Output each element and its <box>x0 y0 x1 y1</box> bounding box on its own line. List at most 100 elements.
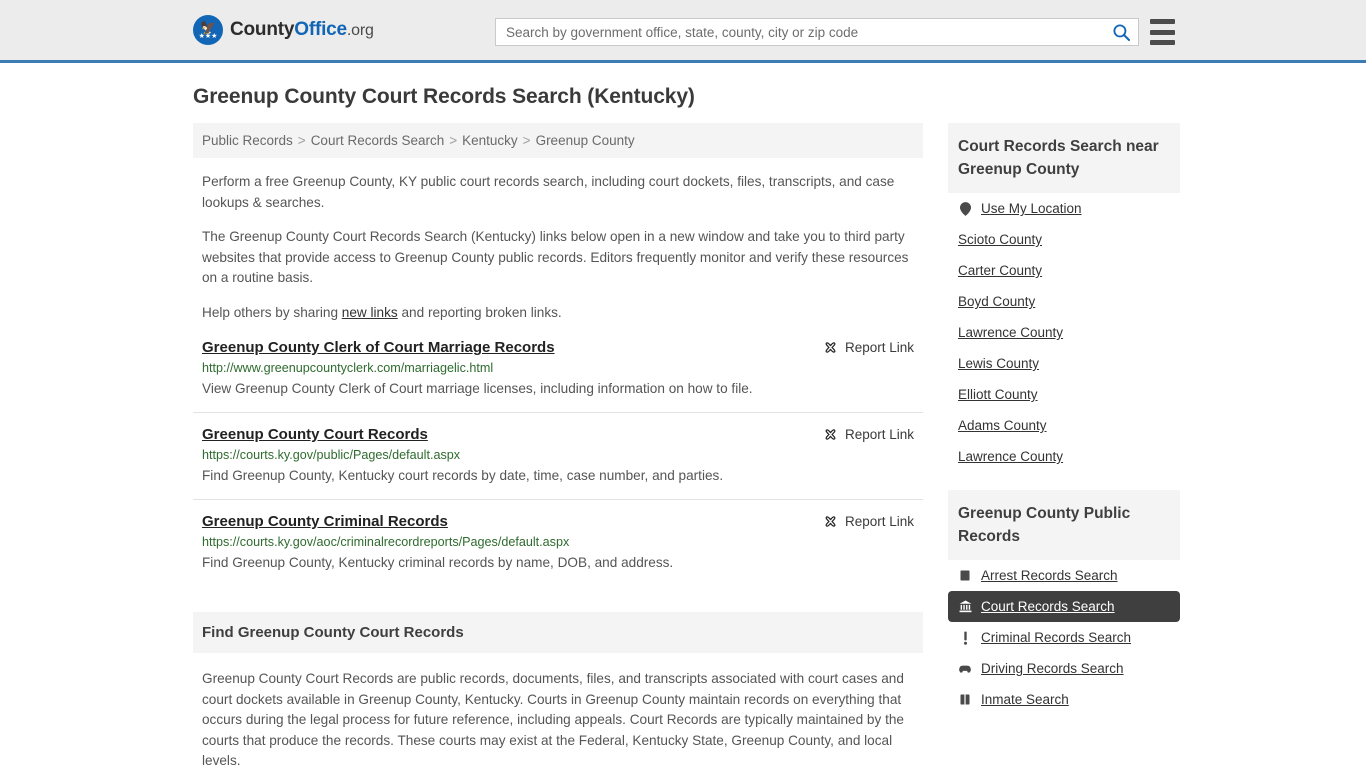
sidebar: Court Records Search near Greenup County… <box>948 85 1180 768</box>
car-icon <box>958 662 972 676</box>
sidebar-item-court-records-search[interactable]: Court Records Search <box>948 591 1180 622</box>
sidebar-item-label[interactable]: Use My Location <box>981 201 1082 216</box>
courthouse-icon <box>958 600 972 614</box>
sidebar-item-arrest-records-search[interactable]: Arrest Records Search <box>948 560 1180 591</box>
breadcrumb-item-court-records-search[interactable]: Court Records Search <box>311 133 445 148</box>
record-link-title[interactable]: Greenup County Criminal Records <box>202 513 448 530</box>
broken-link-icon <box>825 342 836 353</box>
list-item: Greenup County Criminal Records Report L… <box>193 513 923 586</box>
sidebar-item-label[interactable]: Court Records Search <box>981 599 1115 614</box>
find-section-heading: Find Greenup County Court Records <box>193 612 923 653</box>
breadcrumb-item-greenup-county[interactable]: Greenup County <box>536 133 635 148</box>
share-text-after: and reporting broken links. <box>397 304 562 320</box>
sidebar-item-label[interactable]: Scioto County <box>958 232 1042 247</box>
sidebar-item-label[interactable]: Lawrence County <box>958 325 1063 340</box>
book-icon <box>958 569 972 583</box>
search-input[interactable] <box>496 19 1104 45</box>
list-item: Greenup County Court Records Report Link… <box>193 426 923 500</box>
hamburger-menu-icon[interactable] <box>1150 19 1175 45</box>
sidebar-item-inmate-search[interactable]: Inmate Search <box>948 684 1180 715</box>
logo-text-office: Office <box>294 19 347 40</box>
sidebar-item-boyd-county[interactable]: Boyd County <box>948 286 1180 317</box>
sidebar-item-lewis-county[interactable]: Lewis County <box>948 348 1180 379</box>
logo-text-org: .org <box>346 22 374 39</box>
breadcrumb-item-kentucky[interactable]: Kentucky <box>462 133 518 148</box>
record-link-url: https://courts.ky.gov/aoc/criminalrecord… <box>202 535 570 549</box>
search-button[interactable] <box>1104 19 1138 45</box>
main-content: Greenup County Court Records Search (Ken… <box>193 85 923 768</box>
sidebar-item-label[interactable]: Driving Records Search <box>981 661 1124 676</box>
eagle-icon: 🦅 ★★★ <box>193 15 223 45</box>
sidebar-item-adams-county[interactable]: Adams County <box>948 410 1180 441</box>
search-bar[interactable] <box>495 18 1139 46</box>
record-link-description: Find Greenup County, Kentucky court reco… <box>202 468 724 483</box>
record-link-description: Find Greenup County, Kentucky criminal r… <box>202 555 674 570</box>
sidebar-public-records-block: Greenup County Public Records Arrest Rec… <box>948 490 1180 715</box>
breadcrumb-item-public-records[interactable]: Public Records <box>202 133 293 148</box>
report-link-label: Report Link <box>844 514 914 529</box>
sidebar-nearby-list: Use My Location Scioto County Carter Cou… <box>948 193 1180 472</box>
sidebar-item-label[interactable]: Lawrence County <box>958 449 1063 464</box>
sidebar-item-label[interactable]: Carter County <box>958 263 1042 278</box>
sidebar-item-label[interactable]: Elliott County <box>958 387 1038 402</box>
sidebar-item-scioto-county[interactable]: Scioto County <box>948 224 1180 255</box>
report-link-button[interactable]: Report Link <box>823 427 914 442</box>
search-icon <box>1112 23 1130 41</box>
site-header: 🦅 ★★★ CountyOffice.org <box>0 0 1366 63</box>
sidebar-nearby-heading: Court Records Search near Greenup County <box>948 123 1180 193</box>
location-pin-icon <box>958 201 972 216</box>
sidebar-item-carter-county[interactable]: Carter County <box>948 255 1180 286</box>
broken-link-icon <box>825 429 836 440</box>
logo-wordmark: CountyOffice.org <box>230 19 374 41</box>
intro-paragraph-2: The Greenup County Court Records Search … <box>202 229 909 285</box>
breadcrumb-separator: > <box>297 133 306 148</box>
hamburger-bar-2 <box>1150 29 1175 35</box>
record-link-url: http://www.greenupcountyclerk.com/marria… <box>202 361 494 375</box>
record-link-title[interactable]: Greenup County Clerk of Court Marriage R… <box>202 339 555 356</box>
sidebar-item-label[interactable]: Criminal Records Search <box>981 630 1131 645</box>
record-link-description: View Greenup County Clerk of Court marri… <box>202 381 753 396</box>
list-item: Greenup County Clerk of Court Marriage R… <box>193 339 923 413</box>
hamburger-bar-1 <box>1150 19 1175 24</box>
site-logo[interactable]: 🦅 ★★★ CountyOffice.org <box>193 15 374 45</box>
sidebar-item-label[interactable]: Arrest Records Search <box>981 568 1118 583</box>
sidebar-item-lawrence-county[interactable]: Lawrence County <box>948 317 1180 348</box>
exclamation-icon <box>958 631 972 645</box>
sidebar-nearby-block: Court Records Search near Greenup County… <box>948 123 1180 472</box>
page-title: Greenup County Court Records Search (Ken… <box>193 85 695 108</box>
record-link-title[interactable]: Greenup County Court Records <box>202 426 428 443</box>
sidebar-item-label[interactable]: Adams County <box>958 418 1047 433</box>
find-section-paragraph: Greenup County Court Records are public … <box>202 671 904 768</box>
sidebar-item-use-my-location[interactable]: Use My Location <box>948 193 1180 224</box>
sidebar-item-elliott-county[interactable]: Elliott County <box>948 379 1180 410</box>
logo-text-county: County <box>230 19 295 40</box>
sidebar-public-records-heading: Greenup County Public Records <box>948 490 1180 560</box>
new-links-link[interactable]: new links <box>342 305 398 320</box>
sidebar-item-lawrence-county-2[interactable]: Lawrence County <box>948 441 1180 472</box>
stars-glyph: ★★★ <box>198 32 218 40</box>
intro-paragraph-3: Help others by sharing new links and rep… <box>193 303 923 324</box>
sidebar-item-label[interactable]: Inmate Search <box>981 692 1069 707</box>
jail-icon <box>958 693 972 707</box>
sidebar-item-label[interactable]: Lewis County <box>958 356 1039 371</box>
hamburger-bar-3 <box>1150 40 1175 45</box>
report-link-button[interactable]: Report Link <box>823 514 914 529</box>
intro-text: Perform a free Greenup County, KY public… <box>193 172 923 323</box>
record-link-url: https://courts.ky.gov/public/Pages/defau… <box>202 448 461 462</box>
page-body: Greenup County Court Records Search (Ken… <box>0 63 1366 768</box>
sidebar-item-criminal-records-search[interactable]: Criminal Records Search <box>948 622 1180 653</box>
report-link-label: Report Link <box>844 427 914 442</box>
breadcrumb-separator: > <box>449 133 458 148</box>
report-link-button[interactable]: Report Link <box>823 340 914 355</box>
find-section-body: Greenup County Court Records are public … <box>193 669 923 768</box>
sidebar-public-records-list: Arrest Records Search Court Records Sear… <box>948 560 1180 715</box>
records-link-list: Greenup County Clerk of Court Marriage R… <box>193 339 923 586</box>
breadcrumb: Public Records > Court Records Search > Kent… <box>193 123 923 158</box>
breadcrumb-separator: > <box>522 133 531 148</box>
broken-link-icon <box>825 516 836 527</box>
sidebar-item-driving-records-search[interactable]: Driving Records Search <box>948 653 1180 684</box>
intro-paragraph-1: Perform a free Greenup County, KY public… <box>202 174 895 210</box>
report-link-label: Report Link <box>844 340 914 355</box>
sidebar-item-label[interactable]: Boyd County <box>958 294 1035 309</box>
share-text-before: Help others by sharing <box>202 304 342 320</box>
